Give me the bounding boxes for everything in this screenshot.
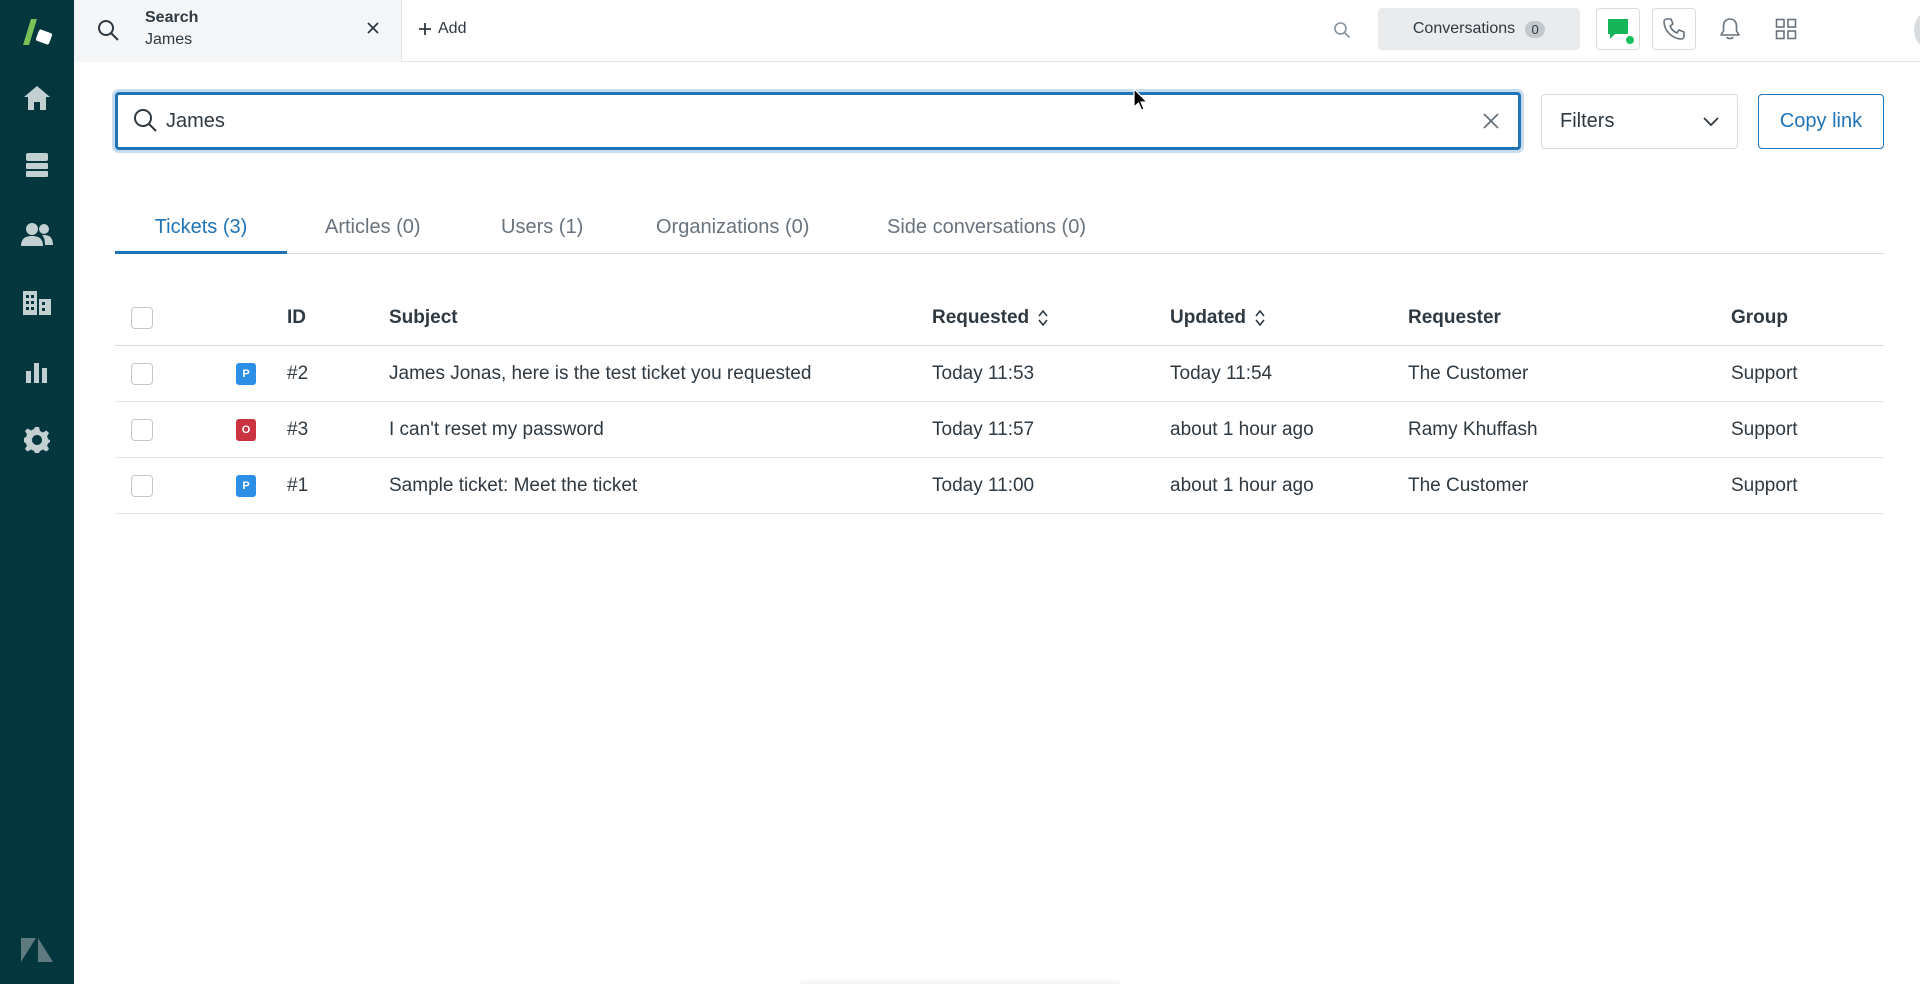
- copy-link-button[interactable]: Copy link: [1758, 94, 1884, 149]
- scroll-shadow: [800, 978, 1120, 984]
- result-tabs: Tickets (3) Articles (0) Users (1) Organ…: [115, 208, 1884, 254]
- add-tab-button[interactable]: Add: [418, 16, 466, 42]
- tab-organizations[interactable]: Organizations (0): [656, 208, 809, 254]
- customers-icon[interactable]: [0, 214, 74, 254]
- bell-icon: [1720, 18, 1740, 40]
- table-header: ID Subject Requested Updated Requester G…: [115, 290, 1884, 346]
- ticket-group: Support: [1731, 475, 1798, 496]
- tab-subtitle: James: [145, 31, 193, 48]
- ticket-requester: The Customer: [1408, 363, 1529, 384]
- clear-search-icon[interactable]: [1478, 108, 1504, 134]
- online-status-dot: [1624, 34, 1636, 46]
- ticket-updated: Today 11:54: [1170, 363, 1273, 384]
- tab-title: Search: [145, 9, 199, 26]
- tab-articles[interactable]: Articles (0): [325, 208, 421, 254]
- conversations-label: Conversations: [1412, 20, 1516, 37]
- header-subject: Subject: [389, 307, 458, 328]
- ticket-subject-link[interactable]: I can't reset my password: [389, 402, 604, 458]
- header-updated-label: Updated: [1170, 307, 1246, 328]
- chat-status-button[interactable]: [1596, 8, 1640, 50]
- tab-tickets[interactable]: Tickets (3): [115, 208, 287, 254]
- status-badge: P: [236, 475, 256, 497]
- chevron-down-icon: [1703, 116, 1719, 126]
- table-row[interactable]: P #1 Sample ticket: Meet the ticket Toda…: [115, 458, 1884, 514]
- ticket-group: Support: [1731, 363, 1798, 384]
- tab-users[interactable]: Users (1): [501, 208, 583, 254]
- zendesk-logo[interactable]: [0, 8, 74, 56]
- ticket-requester: The Customer: [1408, 475, 1529, 496]
- row-checkbox[interactable]: [131, 475, 153, 497]
- header-id: ID: [287, 307, 306, 328]
- table-row[interactable]: P #2 James Jonas, here is the test ticke…: [115, 346, 1884, 402]
- ticket-id: #2: [287, 363, 309, 384]
- top-bar: Search James Add Conversations 0: [74, 0, 1920, 62]
- ticket-updated: about 1 hour ago: [1170, 475, 1314, 496]
- filters-label: Filters: [1560, 110, 1615, 132]
- notifications-button[interactable]: [1708, 8, 1752, 50]
- add-label: Add: [438, 20, 467, 37]
- ticket-requester: Ramy Khuffash: [1408, 419, 1538, 440]
- ticket-requested: Today 11:57: [932, 419, 1035, 440]
- ticket-requested: Today 11:00: [932, 475, 1035, 496]
- row-checkbox[interactable]: [131, 363, 153, 385]
- search-icon: [96, 18, 120, 47]
- header-requested[interactable]: Requested: [932, 290, 1049, 346]
- search-box: [115, 92, 1521, 150]
- sort-icon: [1037, 309, 1049, 327]
- global-search-icon[interactable]: [1328, 16, 1356, 44]
- talk-button[interactable]: [1652, 8, 1696, 50]
- zendesk-products-icon[interactable]: [0, 930, 74, 970]
- apps-button[interactable]: [1764, 8, 1808, 50]
- filters-dropdown[interactable]: Filters: [1541, 94, 1738, 149]
- status-badge: P: [236, 363, 256, 385]
- sort-icon: [1254, 309, 1266, 327]
- user-avatar[interactable]: [1914, 8, 1920, 52]
- tickets-table: ID Subject Requested Updated Requester G…: [115, 290, 1884, 514]
- ticket-subject-link[interactable]: Sample ticket: Meet the ticket: [389, 458, 637, 514]
- select-all-checkbox[interactable]: [131, 307, 153, 329]
- header-updated[interactable]: Updated: [1170, 290, 1266, 346]
- phone-icon: [1663, 18, 1685, 40]
- conversations-button[interactable]: Conversations 0: [1378, 8, 1580, 50]
- status-badge: O: [236, 419, 256, 441]
- header-requester: Requester: [1408, 307, 1501, 328]
- header-requested-label: Requested: [932, 307, 1030, 328]
- views-icon[interactable]: [0, 145, 74, 185]
- ticket-id: #1: [287, 475, 309, 496]
- ticket-updated: about 1 hour ago: [1170, 419, 1314, 440]
- grid-icon: [1775, 18, 1797, 40]
- ticket-subject-link[interactable]: James Jonas, here is the test ticket you…: [389, 346, 811, 402]
- sidebar: [0, 0, 74, 984]
- ticket-id: #3: [287, 419, 309, 440]
- admin-gear-icon[interactable]: [0, 420, 74, 460]
- conversations-count-badge: 0: [1525, 20, 1546, 38]
- home-icon[interactable]: [0, 78, 74, 118]
- reporting-icon[interactable]: [0, 352, 74, 392]
- plus-icon: [419, 23, 431, 35]
- organizations-icon[interactable]: [0, 282, 74, 322]
- ticket-group: Support: [1731, 419, 1798, 440]
- user-icon: [1914, 8, 1920, 52]
- tab-side-conversations[interactable]: Side conversations (0): [887, 208, 1086, 254]
- search-icon: [132, 107, 158, 138]
- search-tab[interactable]: Search James: [74, 0, 402, 62]
- row-checkbox[interactable]: [131, 419, 153, 441]
- ticket-requested: Today 11:53: [932, 363, 1035, 384]
- header-group: Group: [1731, 307, 1788, 328]
- table-row[interactable]: O #3 I can't reset my password Today 11:…: [115, 402, 1884, 458]
- mouse-cursor-icon: [1133, 87, 1149, 117]
- close-tab-icon[interactable]: [362, 17, 384, 39]
- search-input[interactable]: [166, 105, 1466, 137]
